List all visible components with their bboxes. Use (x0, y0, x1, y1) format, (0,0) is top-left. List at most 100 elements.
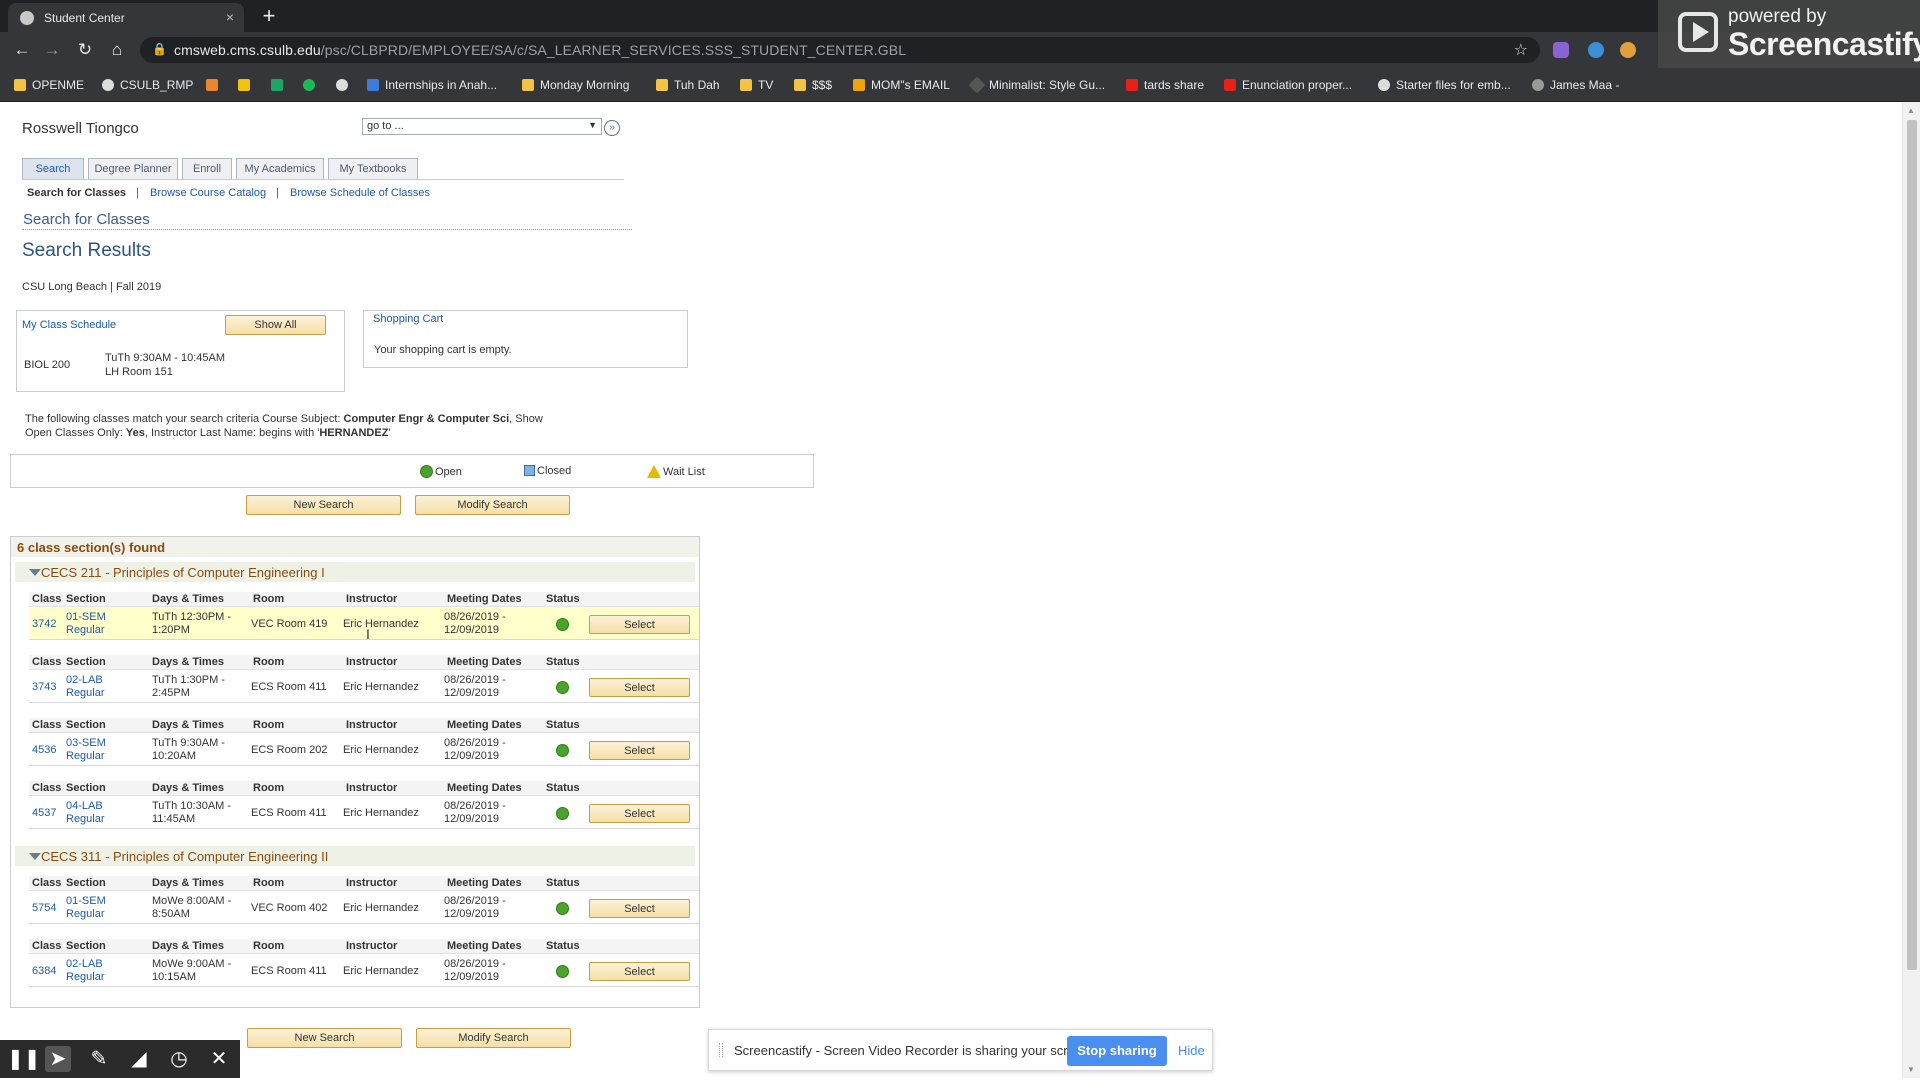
modify-search-button[interactable]: Modify Search (415, 495, 570, 515)
bookmark-item[interactable]: $$$ (794, 76, 832, 94)
class-number-link[interactable]: 6384 (32, 965, 56, 978)
scroll-down-icon[interactable]: ▼ (1907, 1065, 1915, 1074)
extension-icon[interactable] (1553, 42, 1569, 58)
tab-my-academics[interactable]: My Academics (236, 158, 324, 179)
course-header[interactable]: CECS 311 - Principles of Computer Engine… (15, 846, 695, 866)
section-session[interactable]: Regular (66, 750, 105, 763)
section-link[interactable]: 01-SEM (66, 611, 106, 624)
tab-search[interactable]: Search (22, 158, 84, 179)
section-session[interactable]: Regular (66, 813, 105, 826)
class-number-link[interactable]: 3742 (32, 618, 56, 631)
bookmark-icon-only[interactable] (206, 76, 218, 94)
bookmark-item[interactable]: Tuh Dah (656, 76, 720, 94)
pause-icon[interactable]: ❚❚ (7, 1046, 41, 1072)
bookmark-icon-only[interactable] (271, 76, 283, 94)
section-link[interactable]: 01-SEM (66, 895, 106, 908)
class-number-link[interactable]: 5754 (32, 902, 56, 915)
select-section-button[interactable]: Select (589, 804, 690, 823)
legend-closed: Closed (524, 465, 571, 477)
bookmark-icon-only[interactable] (336, 76, 348, 94)
class-schedule-title[interactable]: My Class Schedule (22, 319, 116, 331)
course-header[interactable]: CECS 211 - Principles of Computer Engine… (15, 562, 695, 582)
browse-course-catalog-link[interactable]: Browse Course Catalog (150, 187, 266, 199)
select-section-button[interactable]: Select (589, 899, 690, 918)
url-text: cmsweb.cms.csulb.edu/psc/CLBPRD/EMPLOYEE… (174, 42, 907, 58)
new-tab-button[interactable]: + (256, 4, 282, 30)
section-link[interactable]: 02-LAB (66, 958, 103, 971)
bookmark-item[interactable]: James Maa - (1532, 76, 1619, 94)
tab-degree-planner[interactable]: Degree Planner (88, 158, 178, 179)
select-section-button[interactable]: Select (589, 615, 690, 634)
scroll-up-icon[interactable]: ▲ (1907, 106, 1915, 115)
back-icon[interactable]: ← (10, 39, 34, 61)
goto-button[interactable]: » (604, 120, 620, 136)
collapse-triangle-icon[interactable] (29, 569, 41, 576)
class-number-link[interactable]: 4537 (32, 807, 56, 820)
bookmark-icon-only[interactable] (303, 76, 315, 94)
select-section-button[interactable]: Select (589, 741, 690, 760)
bookmark-item[interactable]: CSULB_RMP (102, 76, 193, 94)
modify-search-button-bottom[interactable]: Modify Search (416, 1028, 571, 1048)
section-session[interactable]: Regular (66, 687, 105, 700)
shopping-cart-title[interactable]: Shopping Cart (373, 313, 443, 325)
browser-tab[interactable]: Student Center × (8, 3, 244, 32)
vertical-scrollbar[interactable]: ▲ ▼ (1902, 102, 1920, 1078)
column-header-dates: Meeting Dates (447, 782, 522, 794)
bookmark-item[interactable]: TV (740, 76, 773, 94)
class-number-link[interactable]: 3743 (32, 681, 56, 694)
bookmark-item[interactable]: Internships in Anah... (367, 76, 497, 94)
bookmark-item[interactable]: MOM"s EMAIL (853, 76, 950, 94)
close-tab-icon[interactable]: × (226, 9, 234, 25)
bookmark-item[interactable]: Minimalist: Style Gu... (968, 76, 1105, 94)
column-header-status: Status (546, 877, 580, 889)
section-link[interactable]: 04-LAB (66, 800, 103, 813)
bookmark-item[interactable]: Starter files for emb... (1378, 76, 1511, 94)
column-header-status: Status (546, 782, 580, 794)
extension-icon[interactable] (1620, 42, 1636, 58)
days-times-end: 1:20PM (152, 624, 190, 636)
tab-enroll[interactable]: Enroll (182, 158, 232, 179)
stop-sharing-button[interactable]: Stop sharing (1067, 1036, 1167, 1066)
section-session[interactable]: Regular (66, 624, 105, 637)
timer-icon[interactable]: ◷ (166, 1046, 192, 1072)
hide-link[interactable]: Hide (1178, 1043, 1205, 1058)
bookmark-star-icon[interactable]: ☆ (1514, 40, 1528, 60)
new-search-button-bottom[interactable]: New Search (247, 1028, 402, 1048)
tab-my-textbooks[interactable]: My Textbooks (328, 158, 418, 179)
pointer-icon[interactable]: ➤ (45, 1046, 71, 1072)
select-section-button[interactable]: Select (589, 678, 690, 697)
bookmark-item[interactable]: Enunciation proper... (1224, 76, 1352, 94)
browse-schedule-link[interactable]: Browse Schedule of Classes (290, 187, 430, 199)
address-bar[interactable]: 🔒 cmsweb.cms.csulb.edu/psc/CLBPRD/EMPLOY… (140, 37, 1540, 63)
show-all-button[interactable]: Show All (225, 315, 326, 335)
forward-icon[interactable]: → (40, 39, 64, 61)
eraser-icon[interactable]: ◢ (126, 1046, 152, 1072)
room: ECS Room 411 (251, 807, 327, 819)
column-header-section: Section (66, 656, 106, 668)
column-header-status: Status (546, 940, 580, 952)
results-count-header: 6 class section(s) found (11, 537, 699, 557)
days-times-end: 10:15AM (152, 971, 197, 983)
pen-icon[interactable]: ✎ (86, 1046, 112, 1072)
meeting-start-date: 08/26/2019 - (444, 800, 506, 812)
close-icon[interactable]: ✕ (206, 1046, 232, 1072)
home-icon[interactable]: ⌂ (105, 39, 129, 61)
reload-icon[interactable]: ↻ (73, 39, 97, 61)
bookmark-item[interactable]: OPENME (14, 76, 84, 94)
scrollbar-thumb[interactable] (1907, 120, 1917, 970)
section-session[interactable]: Regular (66, 908, 105, 921)
section-session[interactable]: Regular (66, 971, 105, 984)
collapse-triangle-icon[interactable] (29, 853, 41, 860)
section-link[interactable]: 03-SEM (66, 737, 106, 750)
new-search-button[interactable]: New Search (246, 495, 401, 515)
bookmark-item[interactable]: tards share (1126, 76, 1204, 94)
bookmark-item[interactable]: Monday Morning (522, 76, 629, 94)
bookmark-icon-only[interactable] (238, 76, 250, 94)
class-number-link[interactable]: 4536 (32, 744, 56, 757)
select-section-button[interactable]: Select (589, 962, 690, 981)
drag-handle-icon[interactable] (719, 1043, 723, 1057)
section-link[interactable]: 02-LAB (66, 674, 103, 687)
column-header-class: Class (32, 782, 62, 794)
extension-icon[interactable] (1588, 42, 1604, 58)
goto-select[interactable]: go to ... ▼ (362, 118, 602, 135)
